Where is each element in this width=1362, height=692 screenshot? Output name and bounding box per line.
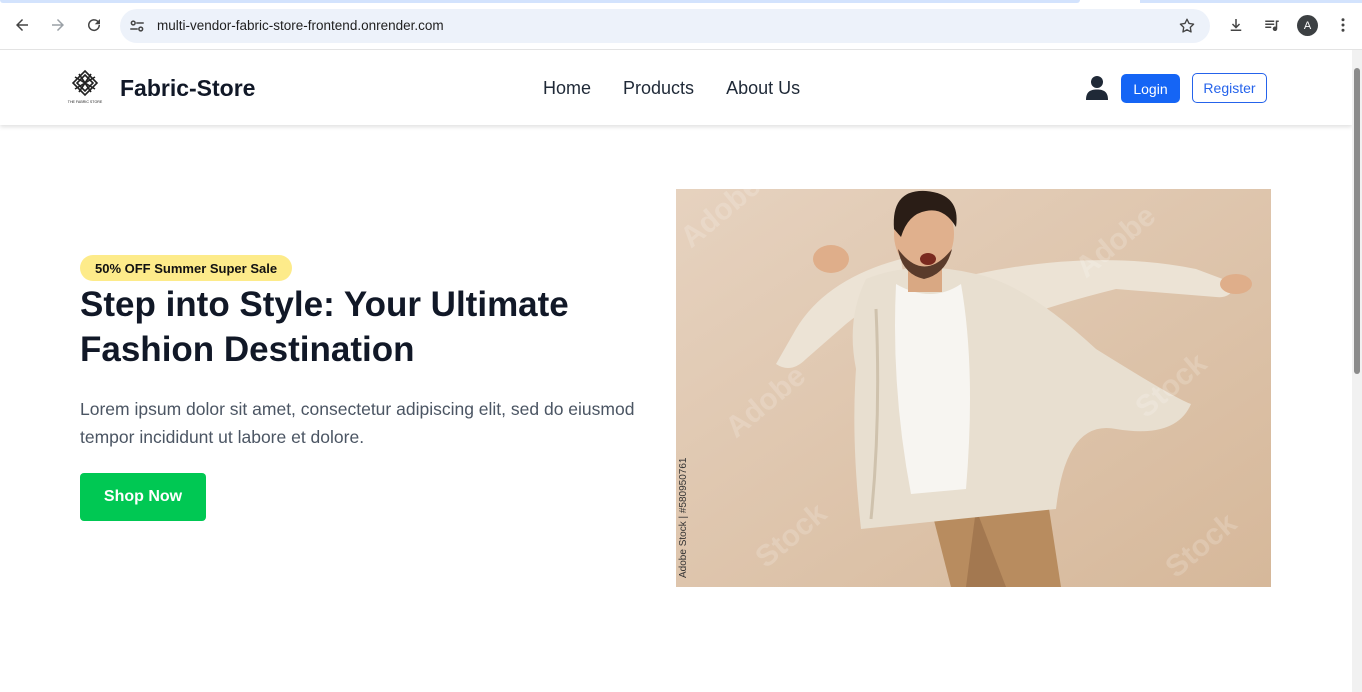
url-text: multi-vendor-fabric-store-frontend.onren… xyxy=(157,18,444,33)
register-button[interactable]: Register xyxy=(1192,73,1267,103)
fabric-store-logo[interactable]: THE FABRIC STORE xyxy=(66,68,104,106)
hero-photo-illustration: Adobe Adobe Adobe Stock Stock Stock xyxy=(676,189,1271,587)
bookmark-star-icon[interactable] xyxy=(1178,17,1196,35)
page-scrollbar[interactable] xyxy=(1352,50,1362,692)
nav-home[interactable]: Home xyxy=(543,78,591,99)
user-icon[interactable] xyxy=(1085,75,1109,101)
page-viewport: THE FABRIC STORE Fabric-Store Home Produ… xyxy=(0,50,1352,692)
scrollbar-thumb[interactable] xyxy=(1354,68,1360,374)
more-menu-icon[interactable] xyxy=(1330,12,1356,38)
nav-about-us[interactable]: About Us xyxy=(726,78,800,99)
shop-now-button[interactable]: Shop Now xyxy=(80,473,206,521)
media-control-icon[interactable] xyxy=(1259,12,1285,38)
hero-image: Adobe Adobe Adobe Stock Stock Stock xyxy=(676,189,1271,587)
hero-description: Lorem ipsum dolor sit amet, consectetur … xyxy=(80,399,635,447)
tab-strip-edge xyxy=(0,0,1362,3)
brand-name[interactable]: Fabric-Store xyxy=(120,75,255,102)
sale-badge: 50% OFF Summer Super Sale xyxy=(80,255,293,281)
address-bar[interactable]: multi-vendor-fabric-store-frontend.onren… xyxy=(120,9,1210,43)
login-button[interactable]: Login xyxy=(1121,74,1180,103)
site-settings-icon[interactable] xyxy=(128,17,146,35)
hero-title: Step into Style: Your Ultimate Fashion D… xyxy=(80,285,569,369)
reload-icon[interactable] xyxy=(81,12,107,38)
profile-avatar[interactable]: A xyxy=(1297,15,1318,36)
browser-toolbar: multi-vendor-fabric-store-frontend.onren… xyxy=(0,0,1362,50)
main-nav: Home Products About Us xyxy=(543,78,800,99)
logo-caption: THE FABRIC STORE xyxy=(68,100,103,104)
image-credit: Adobe Stock | #580950761 xyxy=(678,457,689,578)
download-icon[interactable] xyxy=(1223,12,1249,38)
site-header: THE FABRIC STORE Fabric-Store Home Produ… xyxy=(0,50,1352,125)
nav-products[interactable]: Products xyxy=(623,78,694,99)
back-icon[interactable] xyxy=(9,12,35,38)
forward-icon[interactable] xyxy=(45,12,71,38)
